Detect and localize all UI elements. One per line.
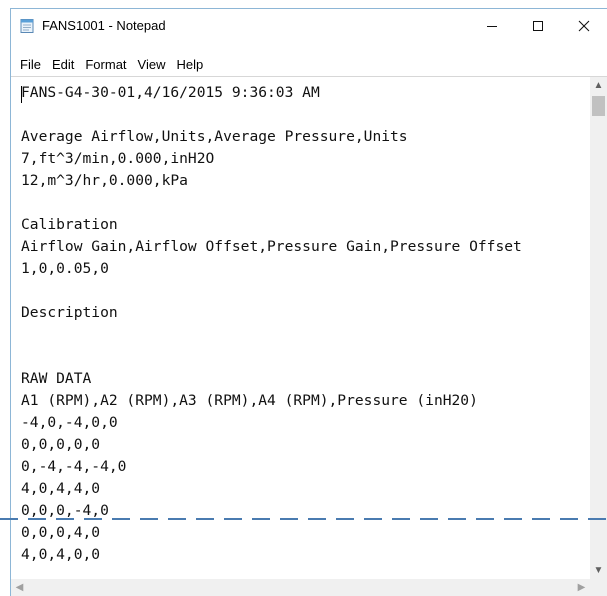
text-line: 0,0,0,0,0 [21, 436, 101, 453]
text-line: RAW DATA [21, 370, 92, 387]
notepad-icon [19, 18, 35, 34]
menu-help[interactable]: Help [171, 57, 208, 72]
text-line: Average Airflow,Units,Average Pressure,U… [21, 128, 408, 145]
window-title: FANS1001 - Notepad [42, 18, 166, 33]
text-line: FANS-G4-30-01,4/16/2015 9:36:03 AM [21, 84, 320, 101]
menu-edit[interactable]: Edit [47, 57, 79, 72]
close-button[interactable] [561, 9, 607, 42]
dashed-separator-line [0, 518, 607, 520]
minimize-button[interactable] [469, 9, 515, 42]
vertical-scroll-thumb[interactable] [592, 96, 605, 116]
text-line: -4,0,-4,0,0 [21, 414, 118, 431]
scroll-right-button[interactable]: ▶ [573, 579, 590, 596]
text-line: 4,0,4,4,0 [21, 480, 101, 497]
text-caret [21, 86, 22, 103]
chevron-up-icon: ▲ [593, 80, 604, 91]
chevron-left-icon: ◀ [15, 582, 24, 593]
close-icon [578, 20, 590, 31]
maximize-button[interactable] [515, 9, 561, 42]
text-line: A1 (RPM),A2 (RPM),A3 (RPM),A4 (RPM),Pres… [21, 392, 478, 409]
scroll-left-button[interactable]: ◀ [11, 579, 28, 596]
chevron-right-icon: ▶ [577, 582, 586, 593]
vertical-scrollbar[interactable]: ▲ ▼ [590, 77, 607, 579]
title-bar[interactable]: FANS1001 - Notepad [11, 9, 607, 42]
text-line [21, 346, 577, 368]
text-line [21, 324, 577, 346]
text-line [21, 104, 577, 126]
document-text[interactable]: FANS-G4-30-01,4/16/2015 9:36:03 AM Avera… [21, 82, 577, 566]
text-line: 7,ft^3/min,0.000,inH2O [21, 150, 215, 167]
text-line: Airflow Gain,Airflow Offset,Pressure Gai… [21, 238, 522, 255]
maximize-icon [533, 20, 543, 31]
text-line: 1,0,0.05,0 [21, 260, 109, 277]
resize-grip[interactable] [590, 579, 607, 596]
text-line: 0,0,0,4,0 [21, 524, 101, 541]
text-line: 0,-4,-4,-4,0 [21, 458, 127, 475]
menu-bar: File Edit Format View Help [11, 53, 607, 75]
scroll-up-button[interactable]: ▲ [590, 77, 607, 94]
text-line: Description [21, 304, 118, 321]
menu-view[interactable]: View [133, 57, 171, 72]
text-line: 12,m^3/hr,0.000,kPa [21, 172, 188, 189]
chevron-down-icon: ▼ [593, 565, 604, 576]
text-line [21, 280, 577, 302]
menu-format[interactable]: Format [80, 57, 131, 72]
notepad-window: FANS1001 - Notepad File Edit Format View… [10, 8, 607, 596]
scroll-down-button[interactable]: ▼ [590, 562, 607, 579]
minimize-icon [487, 25, 497, 27]
text-line: Calibration [21, 216, 118, 233]
text-line: 4,0,4,0,0 [21, 546, 101, 563]
text-line [21, 192, 577, 214]
horizontal-scrollbar[interactable]: ◀ ▶ [11, 579, 590, 596]
window-controls [469, 9, 607, 42]
menu-file[interactable]: File [15, 57, 46, 72]
